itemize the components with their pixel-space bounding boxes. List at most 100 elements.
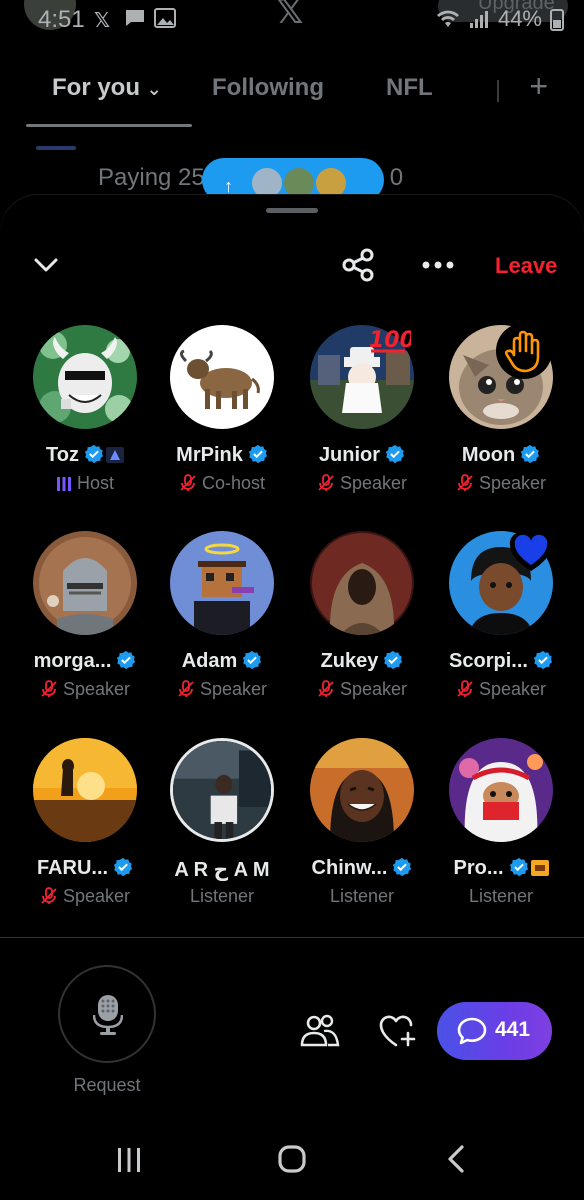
mic-off-icon: [457, 474, 473, 491]
participant-card[interactable]: Zukey Speaker: [289, 531, 435, 731]
avatar[interactable]: [310, 738, 414, 842]
participant-name: Chinw...: [311, 857, 388, 879]
raised-hand-emoji: [496, 323, 552, 384]
participant-card[interactable]: 100 Junior Speaker: [289, 325, 435, 525]
tweet-text-end: 0: [389, 164, 404, 191]
blue-heart-emoji: [508, 531, 554, 578]
participant-role: Speaker: [339, 473, 408, 493]
participant-name: MrPink: [176, 444, 243, 466]
battery-percent: 44%: [497, 6, 542, 31]
mic-off-icon: [318, 474, 334, 491]
participant-name: Toz: [46, 444, 79, 466]
avatar[interactable]: [33, 738, 137, 842]
request-label: Request: [73, 1075, 141, 1095]
tab-following[interactable]: Following: [212, 74, 324, 102]
avatar[interactable]: [310, 531, 414, 635]
home-icon[interactable]: [277, 1144, 307, 1174]
comments-count: 441: [495, 1018, 531, 1041]
react-heart-icon[interactable]: [378, 1013, 418, 1049]
microphone-icon: [93, 995, 123, 1035]
participant-name: morga...: [33, 650, 112, 672]
participant-name: A R ح A M: [174, 859, 270, 881]
recent-apps-icon[interactable]: [115, 1146, 143, 1174]
participant-role: Listener: [468, 886, 534, 906]
drag-handle[interactable]: [266, 208, 318, 213]
avatar[interactable]: [170, 325, 274, 429]
more-options-icon[interactable]: [418, 251, 458, 279]
verified-badge-icon: [384, 650, 403, 670]
verified-badge-icon: [117, 650, 136, 670]
participant-role: Co-host: [201, 473, 266, 493]
participants-icon[interactable]: [300, 1013, 340, 1049]
avatar[interactable]: [33, 325, 137, 429]
leave-button[interactable]: Leave: [495, 253, 557, 279]
mic-off-icon: [457, 680, 473, 697]
participant-role: Speaker: [199, 679, 268, 699]
verified-badge-icon: [393, 857, 412, 877]
image-notification-icon: [154, 8, 176, 34]
participant-name: Zukey: [320, 650, 379, 672]
tab-for-you[interactable]: For you ⌄: [52, 74, 162, 102]
avatar[interactable]: [33, 531, 137, 635]
x-logo-icon[interactable]: 𝕏: [276, 0, 303, 32]
participant-card[interactable]: Pro... Listener: [428, 738, 574, 938]
space-header: Leave: [0, 245, 584, 289]
battery-icon: [550, 9, 564, 31]
avatar[interactable]: [170, 531, 274, 635]
participant-card[interactable]: Moon Speaker: [428, 323, 574, 525]
message-notification-icon: [124, 8, 146, 34]
svg-text:100: 100: [369, 328, 411, 353]
status-bar: 4:51 𝕏 𝕏 Upgrade 44%: [0, 0, 584, 40]
participant-card[interactable]: Toz Host: [12, 325, 158, 525]
mic-off-icon: [41, 680, 57, 697]
footer-divider: [0, 937, 584, 938]
comments-button[interactable]: 441: [437, 1002, 552, 1060]
tab-nfl[interactable]: NFL: [386, 74, 433, 102]
request-mic-button[interactable]: [58, 965, 156, 1063]
verified-badge-icon: [248, 444, 267, 464]
participant-role: Listener: [329, 886, 395, 906]
x-notification-icon: 𝕏: [94, 10, 111, 32]
minimize-chevron-icon[interactable]: [30, 249, 62, 281]
affiliate-badge-icon: [105, 447, 124, 463]
add-tab-icon[interactable]: +: [529, 68, 548, 105]
participant-name: Moon: [461, 444, 516, 466]
mic-off-icon: [41, 887, 57, 904]
participant-name: Junior: [318, 444, 381, 466]
participant-card[interactable]: Adam Speaker: [149, 531, 295, 731]
comment-bubble-icon: [457, 1017, 487, 1045]
back-icon[interactable]: [444, 1144, 468, 1174]
gold-badge-icon: [530, 860, 549, 876]
space-sheet: Leave Toz Host MrPink Co-host 100 Junior…: [0, 195, 584, 1200]
verified-badge-icon: [521, 444, 540, 464]
participant-card[interactable]: morga... Speaker: [12, 531, 158, 731]
participant-card[interactable]: Chinw... Listener: [289, 738, 435, 938]
clock: 4:51: [38, 6, 85, 33]
hundred-points-emoji: 100: [367, 323, 415, 360]
verified-badge-icon: [243, 650, 262, 670]
participant-card[interactable]: Scorpi... Speaker: [428, 531, 574, 731]
tab-overflow[interactable]: [497, 80, 507, 102]
participant-name: Pro...: [453, 857, 504, 879]
participant-name: FARU...: [36, 857, 109, 879]
participant-card[interactable]: MrPink Co-host: [149, 325, 295, 525]
share-icon[interactable]: [340, 247, 376, 283]
signal-icon: [469, 11, 488, 28]
participant-card[interactable]: FARU... Speaker: [12, 738, 158, 938]
participant-card[interactable]: A R ح A M Listener: [149, 738, 295, 938]
participant-name: Scorpi...: [449, 650, 528, 672]
participant-role: Speaker: [62, 679, 131, 699]
wifi-icon: [436, 10, 459, 27]
verified-badge-icon: [509, 857, 528, 877]
avatar[interactable]: [449, 738, 553, 842]
tweet-avatar: [36, 146, 76, 150]
chevron-down-icon: ⌄: [146, 79, 162, 99]
participant-role: Speaker: [62, 886, 131, 906]
system-status: 44%: [436, 6, 564, 32]
participant-name: Adam: [181, 650, 238, 672]
participant-role: Speaker: [478, 679, 547, 699]
participant-role: Speaker: [339, 679, 408, 699]
verified-badge-icon: [385, 444, 405, 464]
avatar[interactable]: [170, 738, 274, 842]
mic-off-icon: [178, 680, 194, 697]
